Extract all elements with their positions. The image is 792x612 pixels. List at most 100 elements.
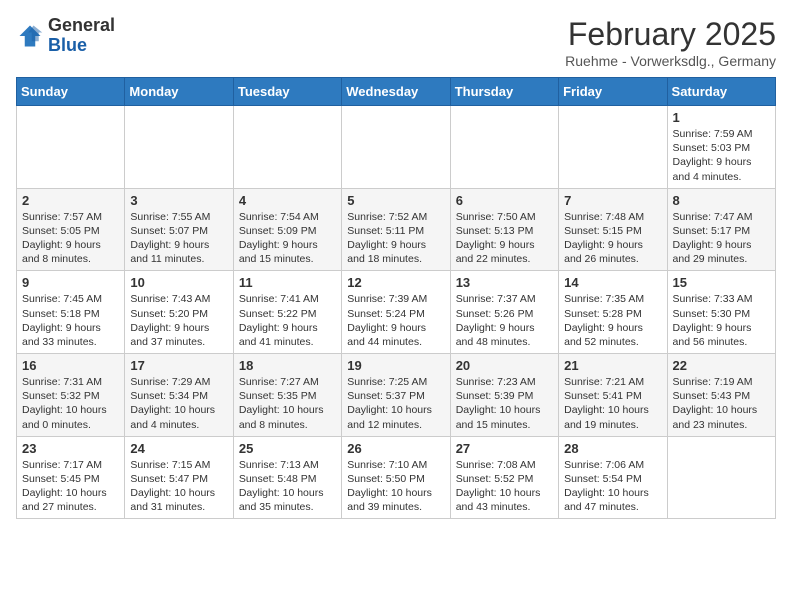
day-cell: 19Sunrise: 7:25 AM Sunset: 5:37 PM Dayli… [342, 354, 450, 437]
weekday-header-saturday: Saturday [667, 78, 775, 106]
day-info: Sunrise: 7:57 AM Sunset: 5:05 PM Dayligh… [22, 210, 119, 267]
day-number: 22 [673, 358, 770, 373]
day-cell: 10 Sunrise: 7:43 AM Sunset: 5:20 PM Dayli… [125, 271, 233, 354]
day-cell: 14 Sunrise: 7:35 AM Sunset: 5:28 PM Dayli… [559, 271, 667, 354]
day-info: Sunrise: 7:31 AM Sunset: 5:32 PM Dayligh… [22, 375, 119, 432]
day-cell: 16 Sunrise: 7:31 AM Sunset: 5:32 PM Dayli… [17, 354, 125, 437]
day-number: 24 [130, 441, 227, 456]
weekday-header-sunday: Sunday [17, 78, 125, 106]
day-info: Sunrise: 7:15 AM Sunset: 5:47 PM Dayligh… [130, 458, 227, 515]
day-number: 18 [239, 358, 336, 373]
week-row-2: 2 Sunrise: 7:57 AM Sunset: 5:05 PM Daylig… [17, 188, 776, 271]
title-block: February 2025 Ruehme - Vorwerksdlg., Ger… [565, 16, 776, 69]
day-info: Sunrise: 7:55 AM Sunset: 5:07 PM Dayligh… [130, 210, 227, 267]
day-cell: 22 Sunrise: 7:19 AM Sunset: 5:43 PM Dayli… [667, 354, 775, 437]
day-cell: 17Sunrise: 7:29 AM Sunset: 5:34 PM Dayli… [125, 354, 233, 437]
day-number: 7 [564, 193, 661, 208]
day-info: Sunrise: 7:27 AM Sunset: 5:35 PM Dayligh… [239, 375, 336, 432]
weekday-header-row: SundayMondayTuesdayWednesdayThursdayFrid… [17, 78, 776, 106]
day-cell: 2 Sunrise: 7:57 AM Sunset: 5:05 PM Daylig… [17, 188, 125, 271]
day-cell: 11 Sunrise: 7:41 AM Sunset: 5:22 PM Dayli… [233, 271, 341, 354]
day-number: 21 [564, 358, 661, 373]
day-cell: 27 Sunrise: 7:08 AM Sunset: 5:52 PM Dayli… [450, 436, 558, 519]
page-header: General Blue February 2025 Ruehme - Vorw… [16, 16, 776, 69]
day-info: Sunrise: 7:10 AM Sunset: 5:50 PM Dayligh… [347, 458, 444, 515]
day-number: 10 [130, 275, 227, 290]
day-cell: 5 Sunrise: 7:52 AM Sunset: 5:11 PM Daylig… [342, 188, 450, 271]
day-info: Sunrise: 7:13 AM Sunset: 5:48 PM Dayligh… [239, 458, 336, 515]
day-info: Sunrise: 7:45 AM Sunset: 5:18 PM Dayligh… [22, 292, 119, 349]
day-cell [125, 106, 233, 189]
day-info: Sunrise: 7:43 AM Sunset: 5:20 PM Dayligh… [130, 292, 227, 349]
day-info: Sunrise: 7:23 AM Sunset: 5:39 PM Dayligh… [456, 375, 553, 432]
day-info: Sunrise: 7:47 AM Sunset: 5:17 PM Dayligh… [673, 210, 770, 267]
location-subtitle: Ruehme - Vorwerksdlg., Germany [565, 53, 776, 69]
day-number: 8 [673, 193, 770, 208]
day-cell [667, 436, 775, 519]
day-cell: 12 Sunrise: 7:39 AM Sunset: 5:24 PM Dayli… [342, 271, 450, 354]
day-cell: 6 Sunrise: 7:50 AM Sunset: 5:13 PM Daylig… [450, 188, 558, 271]
day-number: 4 [239, 193, 336, 208]
day-cell: 20 Sunrise: 7:23 AM Sunset: 5:39 PM Dayli… [450, 354, 558, 437]
day-cell: 8 Sunrise: 7:47 AM Sunset: 5:17 PM Daylig… [667, 188, 775, 271]
day-info: Sunrise: 7:17 AM Sunset: 5:45 PM Dayligh… [22, 458, 119, 515]
day-info: Sunrise: 7:48 AM Sunset: 5:15 PM Dayligh… [564, 210, 661, 267]
day-info: Sunrise: 7:19 AM Sunset: 5:43 PM Dayligh… [673, 375, 770, 432]
day-info: Sunrise: 7:50 AM Sunset: 5:13 PM Dayligh… [456, 210, 553, 267]
day-cell: 1Sunrise: 7:59 AM Sunset: 5:03 PM Daylig… [667, 106, 775, 189]
day-info: Sunrise: 7:35 AM Sunset: 5:28 PM Dayligh… [564, 292, 661, 349]
day-cell: 18 Sunrise: 7:27 AM Sunset: 5:35 PM Dayli… [233, 354, 341, 437]
day-number: 1 [673, 110, 770, 125]
day-cell: 23 Sunrise: 7:17 AM Sunset: 5:45 PM Dayli… [17, 436, 125, 519]
day-info: Sunrise: 7:06 AM Sunset: 5:54 PM Dayligh… [564, 458, 661, 515]
day-number: 20 [456, 358, 553, 373]
day-number: 3 [130, 193, 227, 208]
logo: General Blue [16, 16, 115, 56]
logo-icon [16, 22, 44, 50]
day-number: 16 [22, 358, 119, 373]
weekday-header-friday: Friday [559, 78, 667, 106]
day-number: 5 [347, 193, 444, 208]
day-cell [450, 106, 558, 189]
day-number: 14 [564, 275, 661, 290]
day-number: 19 [347, 358, 444, 373]
day-cell: 28 Sunrise: 7:06 AM Sunset: 5:54 PM Dayli… [559, 436, 667, 519]
day-number: 27 [456, 441, 553, 456]
day-cell: 24 Sunrise: 7:15 AM Sunset: 5:47 PM Dayli… [125, 436, 233, 519]
day-info: Sunrise: 7:41 AM Sunset: 5:22 PM Dayligh… [239, 292, 336, 349]
day-number: 15 [673, 275, 770, 290]
day-cell: 9 Sunrise: 7:45 AM Sunset: 5:18 PM Daylig… [17, 271, 125, 354]
day-number: 2 [22, 193, 119, 208]
day-cell: 25Sunrise: 7:13 AM Sunset: 5:48 PM Dayli… [233, 436, 341, 519]
day-info: Sunrise: 7:39 AM Sunset: 5:24 PM Dayligh… [347, 292, 444, 349]
day-cell: 13 Sunrise: 7:37 AM Sunset: 5:26 PM Dayli… [450, 271, 558, 354]
weekday-header-wednesday: Wednesday [342, 78, 450, 106]
weekday-header-thursday: Thursday [450, 78, 558, 106]
day-number: 13 [456, 275, 553, 290]
weekday-header-tuesday: Tuesday [233, 78, 341, 106]
week-row-5: 23 Sunrise: 7:17 AM Sunset: 5:45 PM Dayli… [17, 436, 776, 519]
day-cell [342, 106, 450, 189]
day-cell: 4 Sunrise: 7:54 AM Sunset: 5:09 PM Daylig… [233, 188, 341, 271]
day-number: 6 [456, 193, 553, 208]
day-number: 12 [347, 275, 444, 290]
day-cell: 7 Sunrise: 7:48 AM Sunset: 5:15 PM Daylig… [559, 188, 667, 271]
week-row-3: 9 Sunrise: 7:45 AM Sunset: 5:18 PM Daylig… [17, 271, 776, 354]
day-cell [17, 106, 125, 189]
day-number: 11 [239, 275, 336, 290]
day-info: Sunrise: 7:33 AM Sunset: 5:30 PM Dayligh… [673, 292, 770, 349]
week-row-4: 16 Sunrise: 7:31 AM Sunset: 5:32 PM Dayli… [17, 354, 776, 437]
day-info: Sunrise: 7:52 AM Sunset: 5:11 PM Dayligh… [347, 210, 444, 267]
day-number: 28 [564, 441, 661, 456]
day-info: Sunrise: 7:37 AM Sunset: 5:26 PM Dayligh… [456, 292, 553, 349]
day-number: 23 [22, 441, 119, 456]
day-cell: 21Sunrise: 7:21 AM Sunset: 5:41 PM Dayli… [559, 354, 667, 437]
logo-text: General Blue [48, 16, 115, 56]
day-number: 9 [22, 275, 119, 290]
day-cell: 26Sunrise: 7:10 AM Sunset: 5:50 PM Dayli… [342, 436, 450, 519]
day-info: Sunrise: 7:29 AM Sunset: 5:34 PM Dayligh… [130, 375, 227, 432]
day-cell [233, 106, 341, 189]
calendar-table: SundayMondayTuesdayWednesdayThursdayFrid… [16, 77, 776, 519]
day-info: Sunrise: 7:54 AM Sunset: 5:09 PM Dayligh… [239, 210, 336, 267]
day-info: Sunrise: 7:08 AM Sunset: 5:52 PM Dayligh… [456, 458, 553, 515]
